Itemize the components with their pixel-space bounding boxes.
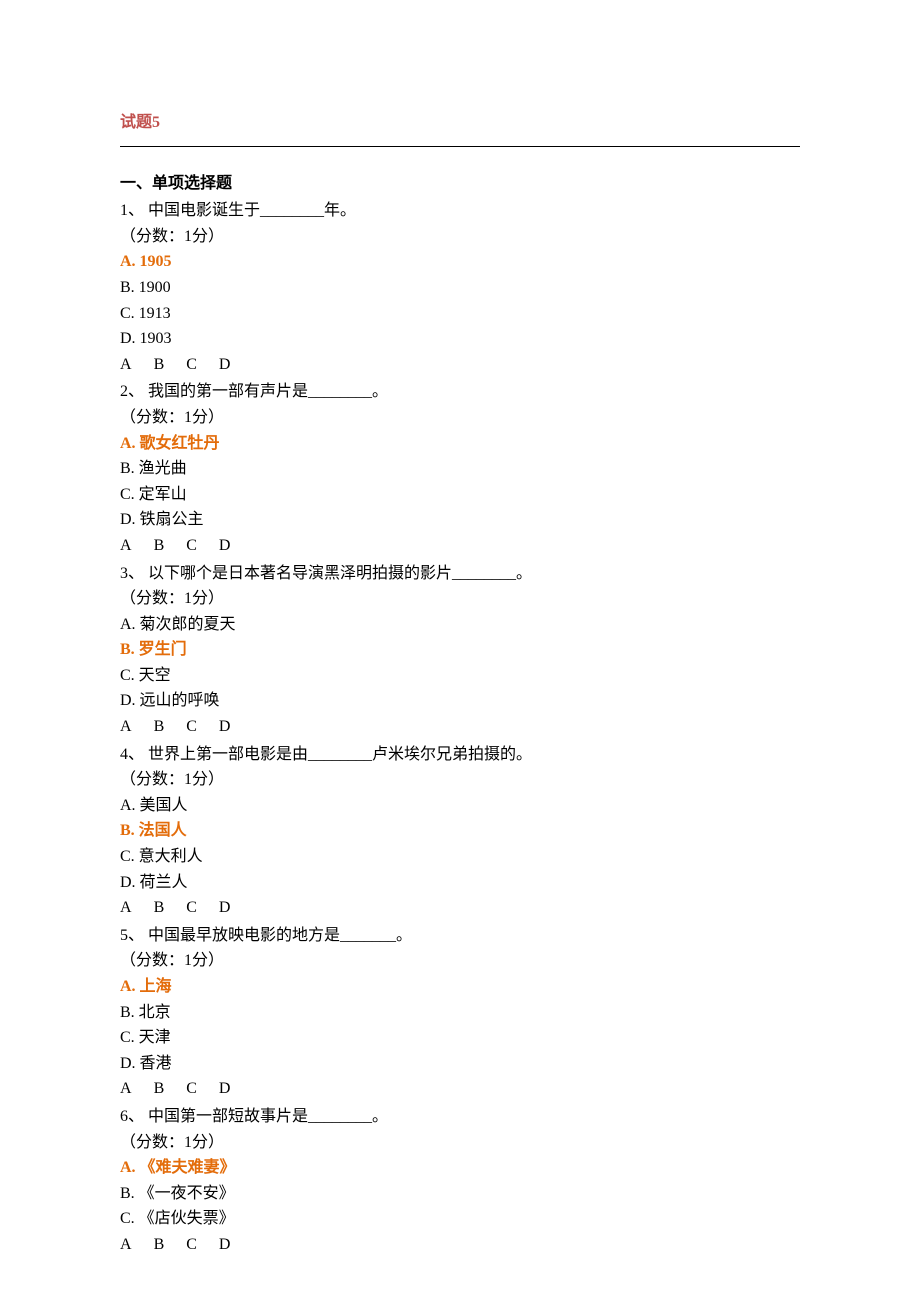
question-number: 5、	[120, 927, 144, 944]
question-number: 1、	[120, 202, 144, 219]
answer-choice-b[interactable]: B	[154, 895, 165, 921]
answer-choice-c[interactable]: C	[186, 352, 197, 378]
option: A. 《难夫难妻》	[120, 1155, 800, 1181]
question-text: 1、 中国电影诞生于________年。	[120, 198, 800, 224]
question-stem: 世界上第一部电影是由________卢米埃尔兄弟拍摄的。	[144, 746, 532, 763]
option: A. 歌女红牡丹	[120, 431, 800, 457]
divider	[120, 146, 800, 147]
option: D. 荷兰人	[120, 870, 800, 896]
answer-choice-a[interactable]: A	[120, 1232, 132, 1258]
option: C. 天津	[120, 1025, 800, 1051]
question-score: （分数：1分）	[120, 1130, 800, 1156]
answer-choice-d[interactable]: D	[219, 1232, 231, 1258]
option: A. 美国人	[120, 793, 800, 819]
answer-choice-row: ABCD	[120, 533, 800, 559]
answer-choice-b[interactable]: B	[154, 714, 165, 740]
answer-choice-c[interactable]: C	[186, 1232, 197, 1258]
option: B. 《一夜不安》	[120, 1181, 800, 1207]
question: 6、 中国第一部短故事片是________。（分数：1分）A. 《难夫难妻》B.…	[120, 1104, 800, 1258]
answer-choice-c[interactable]: C	[186, 895, 197, 921]
option: A. 1905	[120, 249, 800, 275]
question-text: 5、 中国最早放映电影的地方是_______。	[120, 923, 800, 949]
question: 5、 中国最早放映电影的地方是_______。（分数：1分）A. 上海B. 北京…	[120, 923, 800, 1102]
question-stem: 中国最早放映电影的地方是_______。	[144, 927, 412, 944]
option: B. 罗生门	[120, 637, 800, 663]
exam-title: 试题5	[120, 110, 800, 136]
option: C. 天空	[120, 663, 800, 689]
option: B. 1900	[120, 275, 800, 301]
answer-choice-c[interactable]: C	[186, 533, 197, 559]
answer-choice-d[interactable]: D	[219, 352, 231, 378]
option: B. 法国人	[120, 818, 800, 844]
question-score: （分数：1分）	[120, 405, 800, 431]
question-number: 3、	[120, 565, 144, 582]
answer-choice-d[interactable]: D	[219, 895, 231, 921]
question-text: 6、 中国第一部短故事片是________。	[120, 1104, 800, 1130]
answer-choice-b[interactable]: B	[154, 1076, 165, 1102]
answer-choice-d[interactable]: D	[219, 1076, 231, 1102]
answer-choice-row: ABCD	[120, 352, 800, 378]
question: 3、 以下哪个是日本著名导演黑泽明拍摄的影片________。（分数：1分）A.…	[120, 561, 800, 740]
question-stem: 中国第一部短故事片是________。	[144, 1108, 388, 1125]
question-number: 6、	[120, 1108, 144, 1125]
question-stem: 我国的第一部有声片是________。	[144, 383, 388, 400]
answer-choice-b[interactable]: B	[154, 1232, 165, 1258]
answer-choice-c[interactable]: C	[186, 714, 197, 740]
question-text: 3、 以下哪个是日本著名导演黑泽明拍摄的影片________。	[120, 561, 800, 587]
answer-choice-d[interactable]: D	[219, 533, 231, 559]
question-list: 1、 中国电影诞生于________年。（分数：1分）A. 1905B. 190…	[120, 198, 800, 1257]
option: C. 定军山	[120, 482, 800, 508]
question-number: 4、	[120, 746, 144, 763]
section-heading: 一、单项选择题	[120, 171, 800, 197]
question-score: （分数：1分）	[120, 586, 800, 612]
option: C. 《店伙失票》	[120, 1206, 800, 1232]
question: 4、 世界上第一部电影是由________卢米埃尔兄弟拍摄的。（分数：1分）A.…	[120, 742, 800, 921]
option: A. 上海	[120, 974, 800, 1000]
answer-choice-d[interactable]: D	[219, 714, 231, 740]
answer-choice-a[interactable]: A	[120, 533, 132, 559]
question-score: （分数：1分）	[120, 767, 800, 793]
answer-choice-a[interactable]: A	[120, 1076, 132, 1102]
answer-choice-b[interactable]: B	[154, 533, 165, 559]
answer-choice-row: ABCD	[120, 1076, 800, 1102]
question: 1、 中国电影诞生于________年。（分数：1分）A. 1905B. 190…	[120, 198, 800, 377]
answer-choice-row: ABCD	[120, 714, 800, 740]
option: D. 香港	[120, 1051, 800, 1077]
option: B. 北京	[120, 1000, 800, 1026]
option: A. 菊次郎的夏天	[120, 612, 800, 638]
option: D. 远山的呼唤	[120, 688, 800, 714]
question-number: 2、	[120, 383, 144, 400]
answer-choice-a[interactable]: A	[120, 895, 132, 921]
question-stem: 以下哪个是日本著名导演黑泽明拍摄的影片________。	[144, 565, 532, 582]
question-text: 4、 世界上第一部电影是由________卢米埃尔兄弟拍摄的。	[120, 742, 800, 768]
question-score: （分数：1分）	[120, 224, 800, 250]
question-score: （分数：1分）	[120, 948, 800, 974]
answer-choice-b[interactable]: B	[154, 352, 165, 378]
question-stem: 中国电影诞生于________年。	[144, 202, 356, 219]
question: 2、 我国的第一部有声片是________。（分数：1分）A. 歌女红牡丹B. …	[120, 379, 800, 558]
answer-choice-row: ABCD	[120, 895, 800, 921]
answer-choice-row: ABCD	[120, 1232, 800, 1258]
answer-choice-a[interactable]: A	[120, 714, 132, 740]
option: D. 铁扇公主	[120, 507, 800, 533]
option: D. 1903	[120, 326, 800, 352]
option: C. 1913	[120, 301, 800, 327]
option: B. 渔光曲	[120, 456, 800, 482]
question-text: 2、 我国的第一部有声片是________。	[120, 379, 800, 405]
option: C. 意大利人	[120, 844, 800, 870]
answer-choice-c[interactable]: C	[186, 1076, 197, 1102]
answer-choice-a[interactable]: A	[120, 352, 132, 378]
